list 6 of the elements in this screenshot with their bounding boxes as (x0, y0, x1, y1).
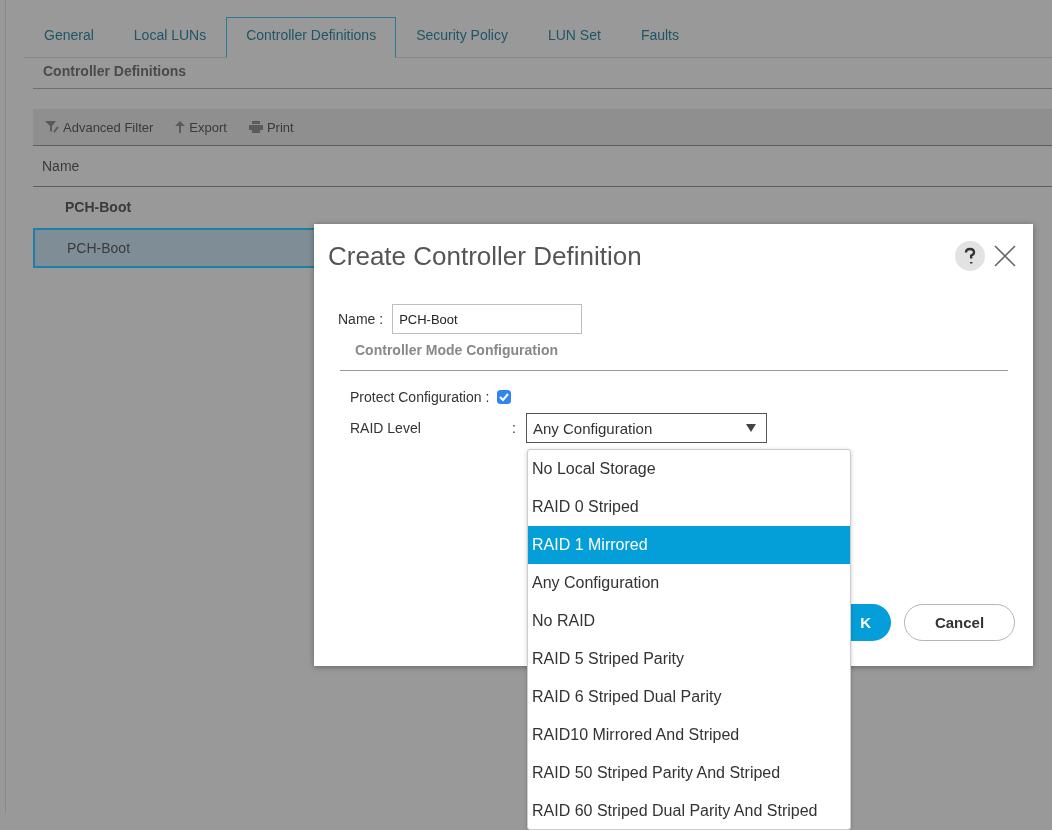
section-title: Controller Definitions (33, 58, 1052, 89)
protect-label: Protect Configuration : (350, 389, 490, 405)
raid-label: RAID Level (350, 420, 422, 436)
colon: : (512, 420, 517, 436)
section-heading: Controller Mode Configuration (340, 334, 1008, 371)
name-label: Name : (338, 311, 384, 327)
